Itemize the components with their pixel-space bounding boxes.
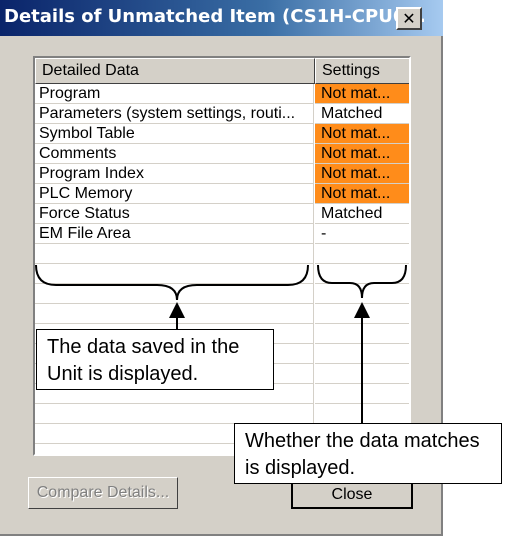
match-callout: Whether the data matches is displayed. [234, 423, 502, 484]
data-callout: The data saved in the Unit is displayed. [36, 329, 274, 390]
right-brace [317, 264, 407, 299]
left-arrow-head [169, 302, 185, 318]
data-callout-text: The data saved in the Unit is displayed. [47, 336, 240, 385]
right-arrow-head [354, 302, 370, 318]
left-brace [35, 264, 309, 301]
match-callout-text: Whether the data matches is displayed. [245, 430, 480, 479]
